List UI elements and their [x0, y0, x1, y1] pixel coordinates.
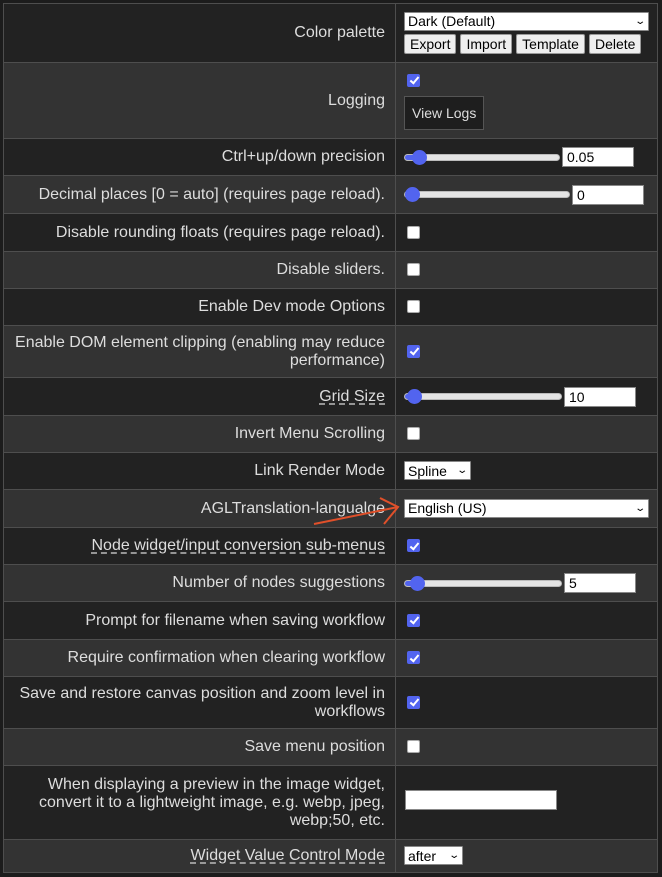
setting-row-ctrl-precision: Ctrl+up/down precision 0.05 [3, 138, 658, 176]
slider-thumb[interactable] [404, 187, 420, 202]
dom-clipping-checkbox[interactable] [407, 344, 420, 358]
confirm-clear-checkbox[interactable] [407, 651, 420, 665]
decimal-places-input[interactable]: 0 [572, 184, 644, 205]
decimal-places-slider[interactable] [404, 187, 570, 202]
tooltip-label: Widget Value Control Mode [190, 847, 385, 864]
setting-row-node-suggestions: Number of nodes suggestions 5 [3, 564, 658, 602]
invert-scrolling-checkbox[interactable] [407, 427, 420, 441]
color-palette-select[interactable]: Dark (Default) ⌄ [404, 11, 649, 31]
node-widget-submenus-checkbox[interactable] [407, 539, 420, 553]
export-button[interactable]: Export [404, 34, 457, 55]
setting-row-disable-rounding: Disable rounding floats (requires page r… [3, 213, 658, 252]
setting-label: Widget Value Control Mode [3, 839, 396, 873]
setting-label: Disable sliders. [3, 251, 396, 289]
setting-label: AGLTranslation-langualge [3, 489, 396, 528]
slider-thumb[interactable] [407, 389, 423, 404]
setting-label: Invert Menu Scrolling [3, 415, 396, 453]
translation-language-select[interactable]: English (US) ⌄ [404, 498, 649, 518]
prompt-filename-checkbox[interactable] [407, 613, 420, 627]
setting-row-logging: Logging View Logs [3, 62, 658, 139]
setting-row-decimal-places: Decimal places [0 = auto] (requires page… [3, 175, 658, 214]
setting-label: When displaying a preview in the image w… [3, 765, 396, 840]
settings-table: Color palette Dark (Default) ⌄ Export Im… [3, 3, 658, 873]
setting-label: Prompt for filename when saving workflow [3, 601, 396, 640]
setting-row-dev-mode: Enable Dev mode Options [3, 288, 658, 326]
setting-label: Enable Dev mode Options [3, 288, 396, 326]
setting-row-color-palette: Color palette Dark (Default) ⌄ Export Im… [3, 3, 658, 63]
setting-label: Save menu position [3, 728, 396, 766]
setting-label: Disable rounding floats (requires page r… [3, 213, 396, 252]
disable-sliders-checkbox[interactable] [407, 263, 420, 277]
preview-format-input[interactable] [405, 790, 557, 810]
chevron-down-icon: ⌄ [455, 465, 468, 477]
setting-row-save-menu-position: Save menu position [3, 728, 658, 766]
ctrl-precision-slider[interactable] [404, 149, 560, 165]
setting-label: Save and restore canvas position and zoo… [3, 676, 396, 729]
setting-label: Enable DOM element clipping (enabling ma… [3, 325, 396, 378]
setting-row-translation-language: AGLTranslation-langualge English (US) ⌄ [3, 489, 658, 528]
setting-row-prompt-filename: Prompt for filename when saving workflow [3, 601, 658, 640]
grid-size-input[interactable]: 10 [564, 386, 636, 407]
widget-value-control-select[interactable]: after ⌄ [404, 846, 463, 866]
disable-rounding-checkbox[interactable] [407, 225, 420, 239]
setting-label: Ctrl+up/down precision [3, 138, 396, 176]
chevron-down-icon: ⌄ [633, 502, 646, 514]
setting-row-grid-size: Grid Size 10 [3, 377, 658, 416]
template-button[interactable]: Template [516, 34, 585, 55]
save-menu-position-checkbox[interactable] [407, 740, 420, 754]
link-render-mode-select[interactable]: Spline ⌄ [404, 461, 471, 481]
setting-label: Logging [3, 62, 396, 139]
setting-label: Color palette [3, 3, 396, 63]
setting-row-invert-scrolling: Invert Menu Scrolling [3, 415, 658, 453]
delete-button[interactable]: Delete [588, 34, 642, 55]
slider-thumb[interactable] [410, 575, 426, 591]
setting-label: Number of nodes suggestions [3, 564, 396, 602]
select-value: Dark (Default) [408, 13, 496, 30]
chevron-down-icon: ⌄ [447, 850, 460, 862]
setting-label: Decimal places [0 = auto] (requires page… [3, 175, 396, 214]
setting-row-dom-clipping: Enable DOM element clipping (enabling ma… [3, 325, 658, 378]
setting-label: Link Render Mode [3, 452, 396, 490]
dev-mode-checkbox[interactable] [407, 300, 420, 314]
setting-row-save-canvas: Save and restore canvas position and zoo… [3, 676, 658, 729]
setting-label: Node widget/input conversion sub-menus [3, 527, 396, 565]
setting-row-confirm-clear: Require confirmation when clearing workf… [3, 639, 658, 677]
setting-row-link-render-mode: Link Render Mode Spline ⌄ [3, 452, 658, 490]
setting-row-widget-value-control: Widget Value Control Mode after ⌄ [3, 839, 658, 873]
logging-checkbox[interactable] [407, 73, 420, 87]
setting-row-disable-sliders: Disable sliders. [3, 251, 658, 289]
select-value: English (US) [408, 500, 487, 517]
tooltip-label: Grid Size [319, 387, 385, 405]
view-logs-button[interactable]: View Logs [404, 95, 485, 130]
select-value: Spline [408, 462, 447, 479]
save-canvas-checkbox[interactable] [407, 695, 420, 709]
import-button[interactable]: Import [460, 34, 513, 55]
chevron-down-icon: ⌄ [633, 15, 646, 27]
node-suggestions-input[interactable]: 5 [564, 573, 636, 593]
slider-thumb[interactable] [411, 149, 427, 165]
select-value: after [408, 847, 437, 864]
ctrl-precision-input[interactable]: 0.05 [562, 147, 634, 167]
setting-row-node-widget-submenus: Node widget/input conversion sub-menus [3, 527, 658, 565]
setting-row-preview-format: When displaying a preview in the image w… [3, 765, 658, 840]
node-suggestions-slider[interactable] [404, 575, 562, 591]
grid-size-slider[interactable] [404, 389, 562, 404]
setting-label: Grid Size [3, 377, 396, 416]
setting-label: Require confirmation when clearing workf… [3, 639, 396, 677]
tooltip-label: Node widget/input conversion sub-menus [91, 537, 386, 554]
